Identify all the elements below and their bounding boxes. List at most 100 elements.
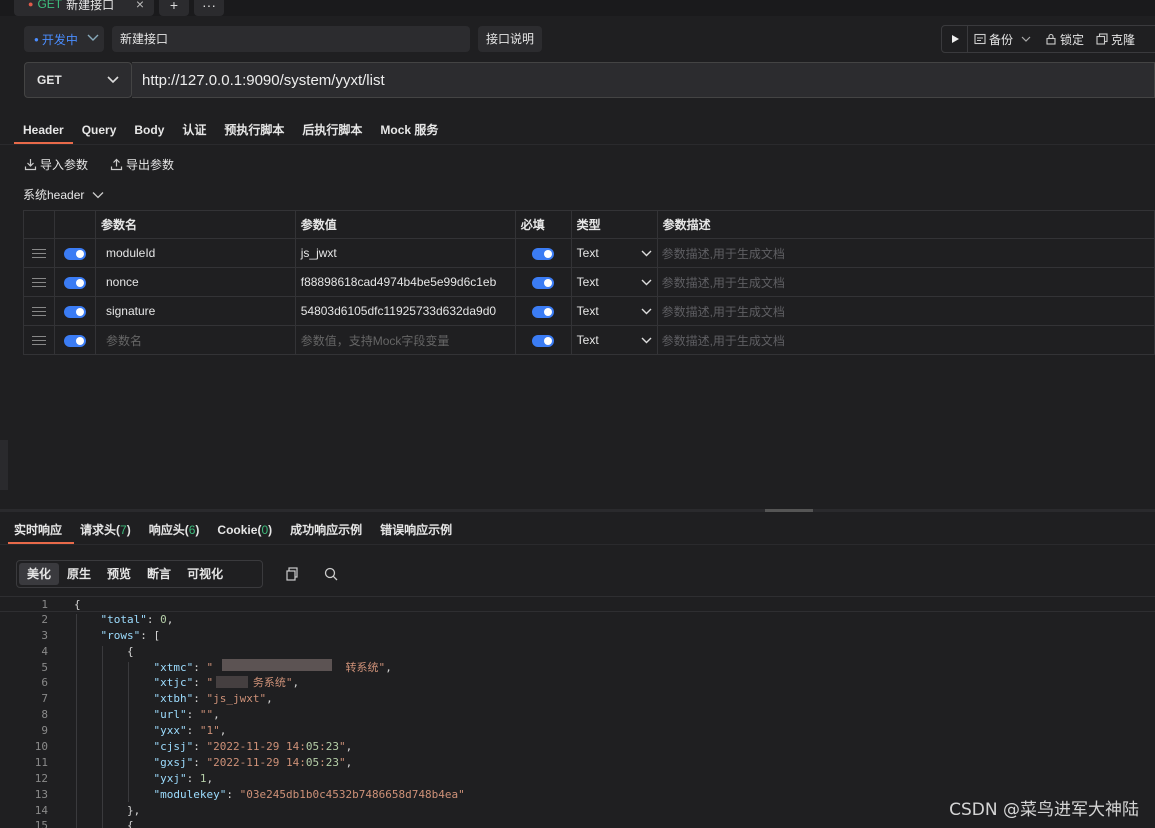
drag-handle[interactable] bbox=[23, 296, 55, 326]
param-desc-cell[interactable]: 参数描述,用于生成文档 bbox=[656, 238, 1155, 268]
type-select[interactable]: Text bbox=[570, 325, 658, 355]
tab-2[interactable]: Body bbox=[125, 118, 173, 144]
tab-0[interactable]: Header bbox=[14, 118, 73, 144]
required-cell[interactable] bbox=[514, 296, 572, 326]
line-number: 8 bbox=[41, 708, 48, 722]
enable-cell[interactable] bbox=[53, 238, 96, 268]
code-text: "cjsj": "2022-11-29 14:05:23", bbox=[153, 740, 353, 754]
required-toggle[interactable] bbox=[532, 305, 555, 318]
system-header-toggle[interactable]: 系统header bbox=[23, 186, 104, 203]
clone-icon bbox=[1096, 33, 1108, 45]
method-select[interactable]: GET bbox=[24, 62, 132, 98]
left-resize-handle[interactable] bbox=[0, 440, 8, 490]
enable-cell[interactable] bbox=[53, 267, 96, 297]
api-name-input[interactable]: 新建接口 bbox=[112, 26, 470, 52]
type-select[interactable]: Text bbox=[570, 267, 658, 297]
drag-handle[interactable] bbox=[23, 267, 55, 297]
code-text: { bbox=[74, 819, 134, 828]
param-name-cell[interactable]: nonce bbox=[94, 267, 296, 297]
clone-button[interactable]: 克隆 bbox=[1090, 26, 1141, 52]
chevron-down-icon bbox=[87, 34, 99, 45]
enable-cell[interactable] bbox=[53, 296, 96, 326]
code-line: 4 { bbox=[0, 644, 1155, 660]
required-cell[interactable] bbox=[514, 325, 572, 355]
response-tab-1[interactable]: 请求头(7) bbox=[74, 518, 143, 544]
type-select[interactable]: Text bbox=[570, 296, 658, 326]
panel-splitter[interactable] bbox=[0, 509, 1155, 512]
status-select[interactable]: ● 开发中 bbox=[24, 26, 104, 52]
type-value: Text bbox=[576, 275, 599, 289]
format-tab-2[interactable]: 预览 bbox=[99, 563, 139, 585]
enable-toggle[interactable] bbox=[63, 276, 86, 289]
drag-handle-icon[interactable] bbox=[31, 306, 46, 316]
enable-toggle[interactable] bbox=[63, 334, 86, 347]
tab-6[interactable]: Mock 服务 bbox=[371, 118, 447, 144]
format-tab-1[interactable]: 原生 bbox=[59, 563, 99, 585]
type-select[interactable]: Text bbox=[570, 238, 658, 268]
param-desc-cell[interactable]: 参数描述,用于生成文档 bbox=[656, 296, 1155, 326]
code-text: "xtjc": " 务系统", bbox=[153, 676, 300, 690]
type-value: Text bbox=[576, 333, 599, 347]
more-tabs-button[interactable]: ··· bbox=[194, 0, 224, 16]
response-tab-0[interactable]: 实时响应 bbox=[8, 518, 75, 544]
export-params-button[interactable]: 导出参数 bbox=[110, 156, 174, 173]
api-doc-button[interactable]: 接口说明 bbox=[478, 26, 542, 52]
code-line: 7 "xtbh": "js_jwxt", bbox=[0, 691, 1155, 707]
backup-dropdown[interactable] bbox=[1019, 26, 1039, 52]
param-value-cell[interactable]: f88898618cad4974b4be5e99d6c1eb bbox=[294, 267, 516, 297]
app-window: ● GET 新建接口 × + ··· ● 开发中 新建接口 接口说明 备份 锁定 bbox=[0, 0, 1155, 828]
param-desc-cell[interactable]: 参数描述,用于生成文档 bbox=[656, 325, 1155, 355]
indent-guide bbox=[128, 662, 129, 802]
required-cell[interactable] bbox=[514, 238, 572, 268]
tab-3[interactable]: 认证 bbox=[173, 118, 215, 144]
enable-toggle[interactable] bbox=[63, 305, 86, 318]
drag-handle[interactable] bbox=[23, 238, 55, 268]
drag-handle-icon[interactable] bbox=[31, 335, 46, 345]
param-name-cell[interactable]: 参数名 bbox=[94, 325, 296, 355]
request-tabs: Header Query Body 认证 预执行脚本 后执行脚本 Mock 服务 bbox=[14, 118, 447, 144]
param-name-cell[interactable]: signature bbox=[94, 296, 296, 326]
drag-handle[interactable] bbox=[23, 325, 55, 355]
required-toggle[interactable] bbox=[532, 276, 555, 289]
run-button[interactable] bbox=[942, 26, 968, 52]
drag-handle-icon[interactable] bbox=[31, 248, 46, 258]
response-tab-4[interactable]: 成功响应示例 bbox=[284, 518, 374, 544]
format-tab-3[interactable]: 断言 bbox=[139, 563, 179, 585]
required-cell[interactable] bbox=[514, 267, 572, 297]
import-label: 导入参数 bbox=[40, 158, 89, 172]
url-input[interactable]: http://127.0.0.1:9090/system/yyxt/list bbox=[132, 62, 1155, 98]
enable-cell[interactable] bbox=[53, 325, 96, 355]
format-tab-4[interactable]: 可视化 bbox=[179, 563, 231, 585]
param-name-cell[interactable]: moduleId bbox=[94, 238, 296, 268]
backup-button[interactable]: 备份 bbox=[968, 26, 1019, 52]
tab-5[interactable]: 后执行脚本 bbox=[293, 118, 371, 144]
tab-1[interactable]: Query bbox=[73, 118, 126, 144]
line-number: 4 bbox=[41, 644, 48, 658]
close-tab-icon[interactable]: × bbox=[136, 0, 144, 12]
code-line: 3 "rows": [ bbox=[0, 628, 1155, 644]
copy-icon[interactable] bbox=[284, 566, 300, 582]
code-text: "yxj": 1, bbox=[153, 771, 214, 785]
required-toggle[interactable] bbox=[532, 247, 555, 260]
enable-toggle[interactable] bbox=[63, 247, 86, 260]
required-toggle[interactable] bbox=[532, 334, 555, 347]
response-code-view[interactable]: 1{2 "total": 0, 3 "rows": [4 {5 "xtmc": "… bbox=[0, 596, 1155, 828]
response-tab-2[interactable]: 响应头(6) bbox=[143, 518, 212, 544]
splitter-grip[interactable] bbox=[765, 509, 813, 512]
table-header-row: 参数名 参数值 必填 类型 参数描述 bbox=[23, 210, 1155, 239]
drag-handle-icon[interactable] bbox=[31, 277, 46, 287]
param-value-cell[interactable]: 参数值，支持Mock字段变量 bbox=[294, 325, 516, 355]
param-value-cell[interactable]: js_jwxt bbox=[294, 238, 516, 268]
table-row: nonce f88898618cad4974b4be5e99d6c1eb Text 参… bbox=[23, 267, 1155, 297]
add-tab-button[interactable]: + bbox=[159, 0, 189, 16]
import-params-button[interactable]: 导入参数 bbox=[24, 156, 88, 173]
request-tab[interactable]: ● GET 新建接口 × bbox=[14, 0, 154, 16]
lock-button[interactable]: 锁定 bbox=[1039, 26, 1090, 52]
search-icon[interactable] bbox=[323, 566, 339, 582]
tab-4[interactable]: 预执行脚本 bbox=[215, 118, 293, 144]
param-desc-cell[interactable]: 参数描述,用于生成文档 bbox=[656, 267, 1155, 297]
response-tab-5[interactable]: 错误响应示例 bbox=[374, 518, 464, 544]
response-tab-3[interactable]: Cookie(0) bbox=[211, 518, 284, 544]
param-value-cell[interactable]: 54803d6105dfc11925733d632da9d0 bbox=[294, 296, 516, 326]
format-tab-0[interactable]: 美化 bbox=[19, 563, 60, 585]
